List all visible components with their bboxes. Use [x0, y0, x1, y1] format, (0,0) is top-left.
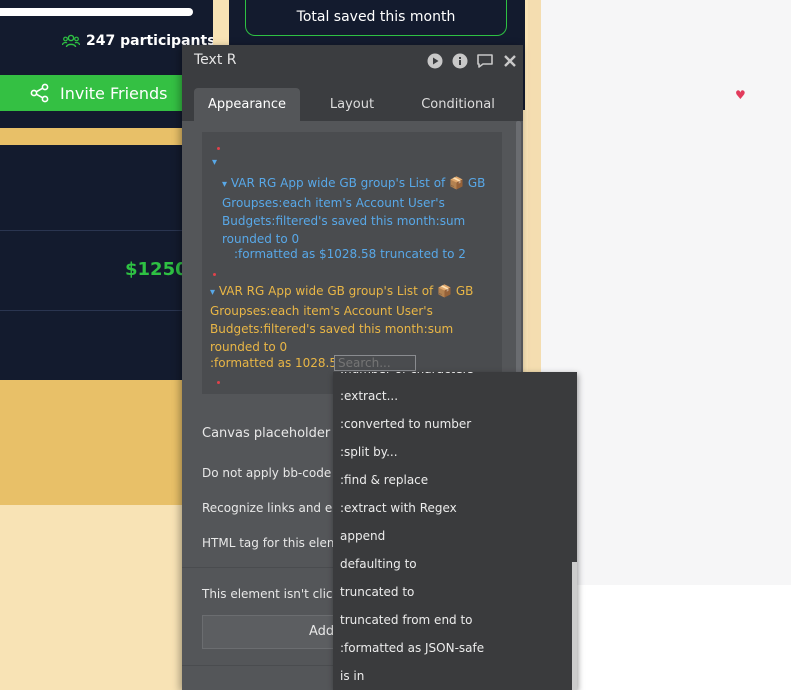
comment-icon[interactable] — [476, 53, 494, 69]
dropdown-item[interactable]: is in — [340, 669, 364, 683]
play-icon[interactable] — [427, 53, 443, 69]
cursor-marker — [217, 381, 220, 384]
total-saved-label: Total saved this month — [296, 9, 456, 25]
progress-bar — [0, 8, 193, 16]
tab-conditional[interactable]: Conditional — [412, 88, 504, 121]
expression-blue-format[interactable]: :formatted as $1028.58 truncated to 2 — [234, 245, 466, 263]
invite-friends-label: Invite Friends — [60, 83, 168, 103]
dropdown-item[interactable]: :extract with Regex — [340, 501, 457, 515]
dropdown-item[interactable]: :split by... — [340, 445, 398, 459]
share-icon — [30, 83, 49, 103]
info-icon[interactable] — [452, 53, 468, 69]
dropdown-item[interactable]: append — [340, 529, 385, 543]
editor-canvas-area — [541, 0, 791, 585]
users-icon — [62, 34, 80, 48]
cursor-marker — [213, 273, 216, 276]
tab-layout[interactable]: Layout — [320, 88, 384, 121]
panel-title: Text R — [194, 52, 237, 68]
invite-friends-button[interactable]: Invite Friends — [0, 75, 190, 111]
dropdown-scrollbar[interactable] — [572, 562, 577, 690]
expression-gold-text: VAR RG App wide GB group's List of 📦 GB … — [210, 284, 474, 354]
tab-appearance[interactable]: Appearance — [194, 88, 300, 121]
caret-down-icon[interactable]: ▾ — [222, 179, 227, 190]
caret-down-icon[interactable]: ▾ — [212, 157, 217, 168]
dropdown-item[interactable]: defaulting to — [340, 557, 417, 571]
total-saved-card[interactable]: Total saved this month — [245, 0, 507, 36]
savings-amount: $1250 — [125, 259, 188, 280]
dropdown-item[interactable]: :find & replace — [340, 473, 428, 487]
close-icon[interactable] — [502, 53, 518, 69]
expression-blue[interactable]: ▾ VAR RG App wide GB group's List of 📦 G… — [222, 174, 502, 248]
heart-icon: ♥ — [735, 88, 746, 102]
no-bbcode-label: Do not apply bb-code — [202, 466, 332, 480]
dropdown-item[interactable]: :converted to number — [340, 417, 471, 431]
html-tag-label: HTML tag for this eleme — [202, 536, 346, 550]
dropdown-item[interactable]: :formatted as JSON-safe — [340, 641, 484, 655]
canvas-placeholder-label: Canvas placeholder — [202, 426, 331, 441]
dropdown-item[interactable]: truncated to — [340, 585, 414, 599]
expression-gold-format[interactable]: :formatted as 1028.58 — [210, 354, 345, 372]
operator-search-input[interactable] — [334, 355, 416, 371]
recognize-links-label: Recognize links and em — [202, 501, 344, 515]
expression-blue-text: VAR RG App wide GB group's List of 📦 GB … — [222, 176, 486, 246]
dropdown-item[interactable]: :extract... — [340, 389, 398, 403]
not-clickable-notice: This element isn't clicka — [202, 587, 347, 601]
cursor-marker — [217, 147, 220, 150]
caret-down-icon[interactable]: ▾ — [210, 287, 215, 298]
expression-gold[interactable]: ▾ VAR RG App wide GB group's List of 📦 G… — [210, 282, 500, 356]
dropdown-item[interactable]: truncated from end to — [340, 613, 473, 627]
